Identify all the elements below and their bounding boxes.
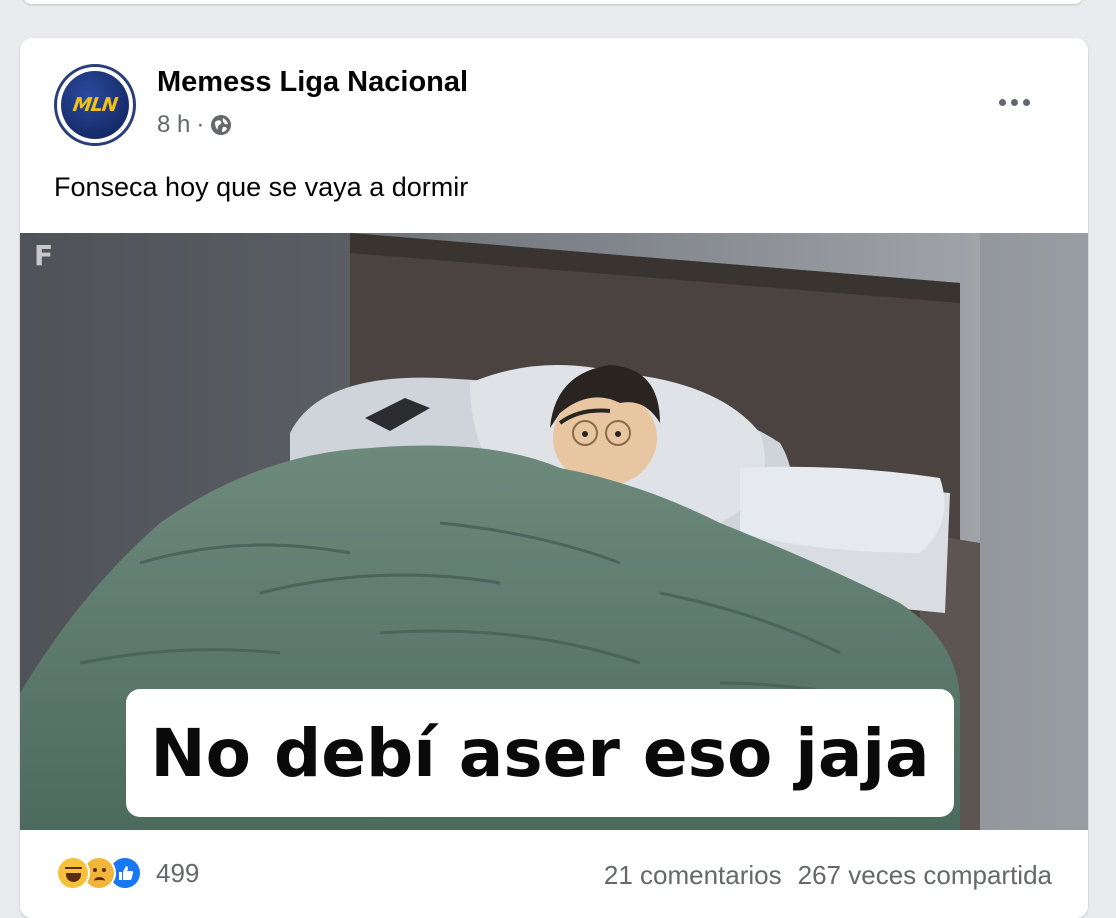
post-caption: Fonseca hoy que se vaya a dormir [54,172,469,202]
reactions-summary[interactable]: 499 [56,856,199,890]
meme-caption-box: No debí aser eso jaja [126,689,954,817]
more-options-icon [998,98,1006,106]
comments-count-link[interactable]: 21 comentarios [604,860,782,891]
page-logo: MLN [61,71,129,139]
post-image[interactable]: F No debí aser eso jaja [20,233,1088,830]
post-footer: 499 21 comentarios 267 veces compartida [20,830,1088,918]
page-logo-text: MLN [71,94,119,116]
page-name-link[interactable]: Memess Liga Nacional [157,66,468,99]
post-timestamp[interactable]: 8 h [157,111,190,139]
reaction-count: 499 [156,857,200,888]
more-options-dot [1022,98,1030,106]
previous-post-card [22,0,1084,4]
haha-reaction-icon [56,856,90,890]
meta-separator: · [196,111,205,138]
thumbs-up-icon [119,866,134,880]
image-watermark: F [34,239,54,272]
post-stats: 21 comentarios 267 veces compartida [604,860,1052,891]
globe-icon[interactable] [210,114,232,136]
page-avatar[interactable]: MLN [54,64,136,146]
post-meta: 8 h · [157,111,232,139]
post-card: MLN Memess Liga Nacional 8 h · Fonseca h… [20,38,1088,918]
more-options-dot [1010,98,1018,106]
more-options-button[interactable] [986,82,1042,122]
shares-count-link[interactable]: 267 veces compartida [798,860,1052,891]
meme-caption-text: No debí aser eso jaja [150,714,930,792]
